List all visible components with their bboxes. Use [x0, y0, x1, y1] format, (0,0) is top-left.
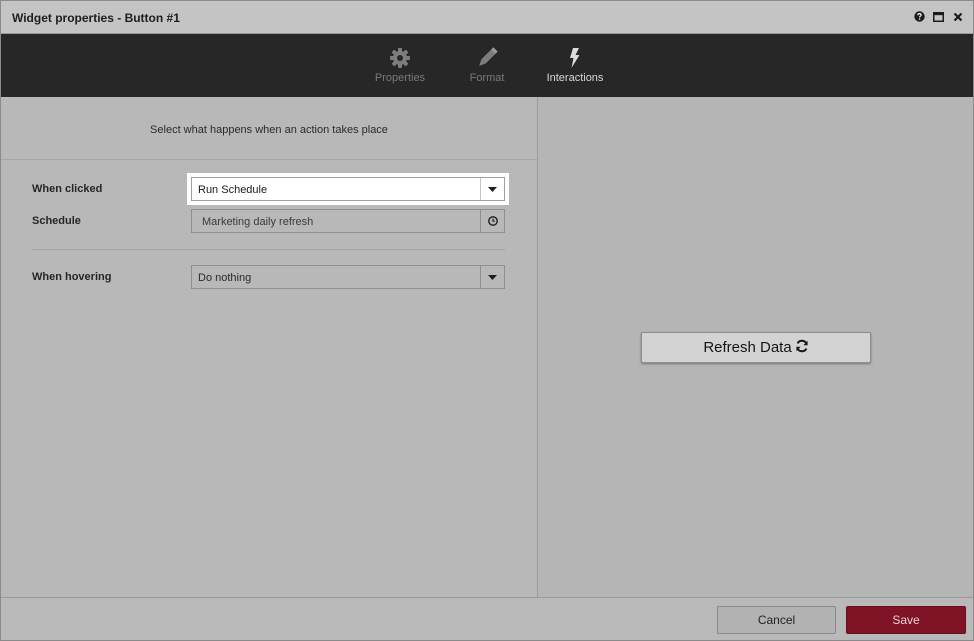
when-hovering-value: Do nothing [198, 272, 252, 284]
tab-label: Properties [374, 72, 426, 84]
schedule-field[interactable]: Marketing daily refresh [191, 209, 505, 233]
when-hovering-dropdown[interactable]: Do nothing [191, 265, 505, 289]
preview-panel: Refresh Data [538, 97, 973, 597]
section-divider [32, 249, 505, 250]
help-icon[interactable] [914, 11, 925, 22]
when-clicked-value: Run Schedule [198, 184, 268, 196]
window-controls [914, 11, 963, 22]
tab-properties[interactable]: Properties [369, 34, 431, 97]
title-bar: Widget properties - Button #1 [1, 1, 973, 34]
dialog-footer: Cancel Save [1, 597, 973, 640]
when-hovering-label: When hovering [32, 271, 112, 283]
refresh-icon [795, 339, 809, 357]
lightning-icon [564, 47, 586, 69]
tab-label: Format [469, 72, 505, 84]
chevron-down-icon[interactable] [480, 178, 504, 200]
pencil-icon [476, 47, 498, 69]
save-button[interactable]: Save [846, 606, 966, 634]
schedule-label: Schedule [32, 215, 81, 227]
tab-interactions[interactable]: Interactions [541, 34, 609, 97]
tab-strip: Properties Format Interactions [1, 34, 973, 97]
dialog-title: Widget properties - Button #1 [12, 11, 180, 25]
gear-icon [389, 47, 411, 69]
cancel-button[interactable]: Cancel [717, 606, 836, 634]
tab-label: Interactions [546, 72, 604, 84]
when-clicked-dropdown[interactable]: Run Schedule [191, 177, 505, 201]
schedule-value: Marketing daily refresh [202, 216, 314, 228]
maximize-icon[interactable] [933, 11, 944, 22]
tab-format[interactable]: Format [461, 34, 513, 97]
when-clicked-label: When clicked [32, 183, 103, 195]
close-icon[interactable] [952, 11, 963, 22]
chevron-down-icon[interactable] [480, 266, 504, 288]
refresh-data-button[interactable]: Refresh Data [641, 332, 871, 363]
interactions-panel: Select what happens when an action takes… [1, 97, 537, 597]
preview-button-label: Refresh Data [703, 339, 792, 356]
instructions-header: Select what happens when an action takes… [1, 97, 537, 160]
clock-icon[interactable] [480, 210, 504, 232]
instructions-text: Select what happens when an action takes… [150, 124, 388, 136]
widget-properties-dialog: Widget properties - Button #1 Properties… [0, 0, 974, 641]
